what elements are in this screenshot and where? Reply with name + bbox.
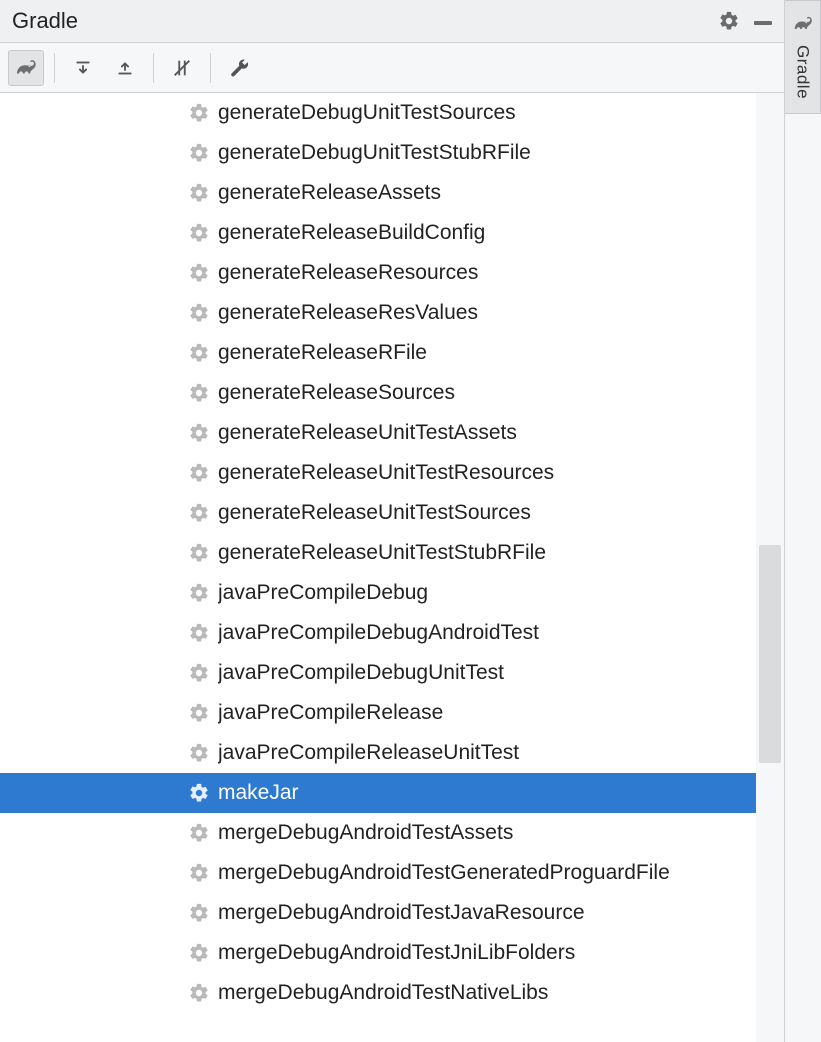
task-row[interactable]: generateReleaseResources xyxy=(0,253,784,293)
task-row[interactable]: mergeDebugAndroidTestGeneratedProguardFi… xyxy=(0,853,784,893)
gear-icon xyxy=(188,222,210,244)
task-row[interactable]: generateDebugUnitTestStubRFile xyxy=(0,133,784,173)
gear-icon xyxy=(188,702,210,724)
task-label: mergeDebugAndroidTestJniLibFolders xyxy=(218,941,575,965)
scrollbar-thumb[interactable] xyxy=(759,545,781,763)
gear-icon xyxy=(188,902,210,924)
task-label: javaPreCompileReleaseUnitTest xyxy=(218,741,519,765)
gear-icon xyxy=(188,822,210,844)
task-row[interactable]: javaPreCompileDebug xyxy=(0,573,784,613)
task-row[interactable]: generateReleaseSources xyxy=(0,373,784,413)
task-label: generateReleaseUnitTestAssets xyxy=(218,421,517,445)
minimize-button[interactable] xyxy=(754,17,772,25)
task-row[interactable]: javaPreCompileDebugAndroidTest xyxy=(0,613,784,653)
task-label: generateReleaseResources xyxy=(218,261,478,285)
task-label: generateDebugUnitTestSources xyxy=(218,101,516,125)
gear-icon xyxy=(188,182,210,204)
gear-icon xyxy=(188,422,210,444)
gear-icon xyxy=(188,742,210,764)
collapse-all-button[interactable] xyxy=(107,50,143,86)
gear-icon xyxy=(188,462,210,484)
task-row[interactable]: generateReleaseBuildConfig xyxy=(0,213,784,253)
gear-icon xyxy=(188,342,210,364)
gear-icon xyxy=(188,542,210,564)
toggle-offline-mode-button[interactable] xyxy=(164,50,200,86)
task-row[interactable]: generateReleaseUnitTestResources xyxy=(0,453,784,493)
task-label: generateReleaseResValues xyxy=(218,301,478,325)
gear-icon xyxy=(188,862,210,884)
settings-icon[interactable] xyxy=(718,10,740,32)
task-label: generateReleaseRFile xyxy=(218,341,427,365)
task-row[interactable]: mergeDebugAndroidTestNativeLibs xyxy=(0,973,784,1013)
gradle-panel: Gradle xyxy=(0,0,785,1042)
task-label: mergeDebugAndroidTestAssets xyxy=(218,821,513,845)
gear-icon xyxy=(188,102,210,124)
gear-icon xyxy=(188,142,210,164)
wrench-icon xyxy=(228,57,250,79)
panel-title: Gradle xyxy=(12,8,78,34)
expand-all-icon xyxy=(72,57,94,79)
task-row[interactable]: makeJar xyxy=(0,773,784,813)
gradle-elephant-icon xyxy=(792,13,814,35)
toolbar-divider xyxy=(153,53,154,83)
gear-icon xyxy=(188,302,210,324)
gear-icon xyxy=(188,502,210,524)
task-row[interactable]: mergeDebugAndroidTestJniLibFolders xyxy=(0,933,784,973)
task-row[interactable]: generateReleaseUnitTestStubRFile xyxy=(0,533,784,573)
gear-icon xyxy=(188,582,210,604)
task-label: javaPreCompileDebugUnitTest xyxy=(218,661,504,685)
task-row[interactable]: generateReleaseResValues xyxy=(0,293,784,333)
gear-icon xyxy=(188,982,210,1004)
task-label: mergeDebugAndroidTestJavaResource xyxy=(218,901,585,925)
toolbar-divider xyxy=(54,53,55,83)
gradle-tool-window-tab[interactable]: Gradle xyxy=(785,0,821,114)
task-label: makeJar xyxy=(218,781,299,805)
gear-icon xyxy=(188,382,210,404)
gear-icon xyxy=(188,662,210,684)
task-row[interactable]: javaPreCompileDebugUnitTest xyxy=(0,653,784,693)
task-label: javaPreCompileRelease xyxy=(218,701,443,725)
task-row[interactable]: generateReleaseRFile xyxy=(0,333,784,373)
task-row[interactable]: generateReleaseUnitTestAssets xyxy=(0,413,784,453)
panel-header: Gradle xyxy=(0,0,784,43)
refresh-gradle-button[interactable] xyxy=(8,50,44,86)
task-label: generateReleaseAssets xyxy=(218,181,441,205)
task-row[interactable]: mergeDebugAndroidTestAssets xyxy=(0,813,784,853)
toolbar xyxy=(0,43,784,93)
task-label: javaPreCompileDebug xyxy=(218,581,428,605)
task-label: generateDebugUnitTestStubRFile xyxy=(218,141,531,165)
task-row[interactable]: javaPreCompileRelease xyxy=(0,693,784,733)
expand-all-button[interactable] xyxy=(65,50,101,86)
gear-icon xyxy=(188,622,210,644)
task-label: generateReleaseBuildConfig xyxy=(218,221,485,245)
gear-icon xyxy=(188,782,210,804)
task-label: generateReleaseSources xyxy=(218,381,455,405)
collapse-all-icon xyxy=(114,57,136,79)
task-label: javaPreCompileDebugAndroidTest xyxy=(218,621,539,645)
side-tab-label: Gradle xyxy=(793,45,813,99)
right-gutter: Gradle xyxy=(785,0,821,1042)
task-label: generateReleaseUnitTestResources xyxy=(218,461,554,485)
task-row[interactable]: generateDebugUnitTestSources xyxy=(0,93,784,133)
task-label: mergeDebugAndroidTestGeneratedProguardFi… xyxy=(218,861,670,885)
toolbar-divider xyxy=(210,53,211,83)
gear-icon xyxy=(188,262,210,284)
gear-icon xyxy=(188,942,210,964)
gradle-elephant-icon xyxy=(14,56,38,80)
task-label: mergeDebugAndroidTestNativeLibs xyxy=(218,981,548,1005)
task-row[interactable]: generateReleaseAssets xyxy=(0,173,784,213)
task-tree[interactable]: generateDebugUnitTestSources generateDebu… xyxy=(0,93,784,1042)
task-label: generateReleaseUnitTestStubRFile xyxy=(218,541,546,565)
task-label: generateReleaseUnitTestSources xyxy=(218,501,531,525)
build-settings-button[interactable] xyxy=(221,50,257,86)
task-row[interactable]: mergeDebugAndroidTestJavaResource xyxy=(0,893,784,933)
task-row[interactable]: generateReleaseUnitTestSources xyxy=(0,493,784,533)
task-row[interactable]: javaPreCompileReleaseUnitTest xyxy=(0,733,784,773)
offline-icon xyxy=(171,57,193,79)
